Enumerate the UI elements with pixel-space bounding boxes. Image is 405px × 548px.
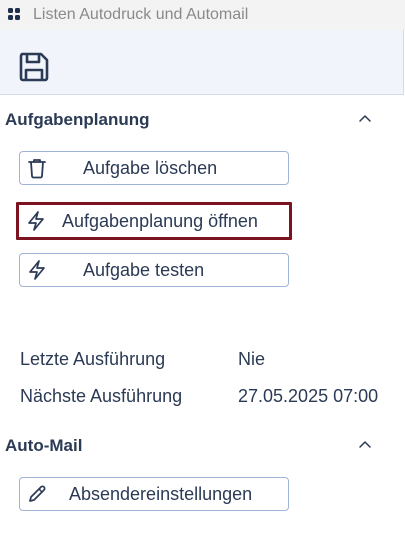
delete-task-label: Aufgabe löschen [83, 158, 218, 178]
page: Listen Autodruck und Automail Aufgabenpl… [0, 0, 405, 548]
lightning-icon [29, 260, 45, 280]
chevron-up-icon[interactable] [357, 112, 373, 126]
section-title-aufgabenplanung: Aufgabenplanung [5, 110, 150, 129]
open-task-scheduler-button[interactable]: Aufgabenplanung öffnen [16, 202, 292, 240]
save-button[interactable] [16, 49, 52, 85]
save-icon [19, 52, 49, 82]
sender-settings-button[interactable]: Absendereinstellungen [19, 477, 289, 511]
toolbar [0, 30, 404, 95]
app-logo-icon [8, 8, 20, 20]
lightning-icon [28, 211, 44, 231]
open-task-scheduler-label: Aufgabenplanung öffnen [62, 211, 258, 231]
trash-icon [28, 159, 46, 179]
window-title: Listen Autodruck und Automail [33, 6, 249, 23]
test-task-label: Aufgabe testen [83, 260, 205, 280]
next-execution-label: Nächste Ausführung [20, 386, 183, 406]
chevron-up-icon[interactable] [357, 438, 373, 452]
section-header-auto-mail[interactable]: Auto-Mail [0, 432, 405, 460]
pencil-icon [29, 485, 46, 502]
section-title-auto-mail: Auto-Mail [5, 436, 83, 455]
delete-task-button[interactable]: Aufgabe löschen [19, 151, 289, 185]
sender-settings-label: Absendereinstellungen [69, 484, 253, 504]
section-header-aufgabenplanung[interactable]: Aufgabenplanung [0, 106, 405, 134]
last-execution-value: Nie [238, 349, 266, 369]
title-bar: Listen Autodruck und Automail [0, 0, 405, 30]
test-task-button[interactable]: Aufgabe testen [19, 253, 289, 287]
last-execution-label: Letzte Ausführung [20, 349, 166, 369]
next-execution-value: 27.05.2025 07:00 [238, 386, 379, 406]
